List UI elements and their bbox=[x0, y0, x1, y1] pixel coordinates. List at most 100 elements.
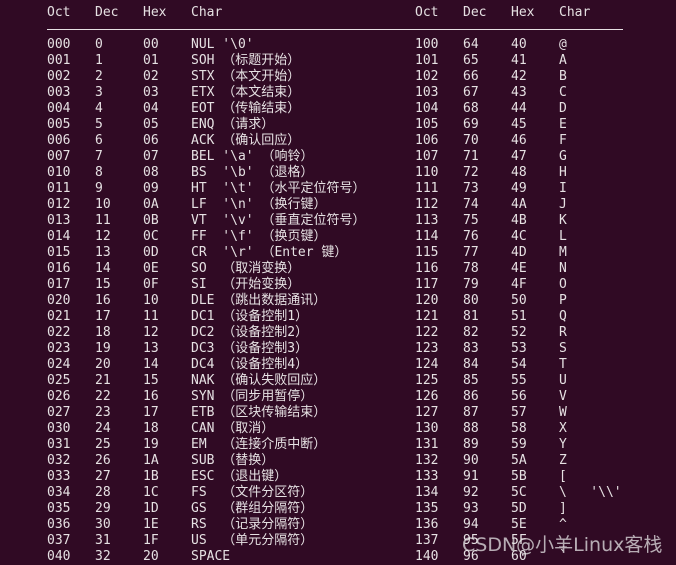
cell-dec: 14 bbox=[95, 261, 111, 276]
cell-char: Q bbox=[559, 309, 567, 324]
header-divider bbox=[47, 29, 623, 30]
cell-char: [ bbox=[559, 469, 567, 484]
cell-hex: 52 bbox=[511, 325, 527, 340]
cell-char: SO （取消变换） bbox=[191, 261, 301, 276]
cell-hex: 4C bbox=[511, 229, 527, 244]
cell-hex: 4E bbox=[511, 261, 527, 276]
cell-char: B bbox=[559, 69, 567, 84]
cell-hex: 4A bbox=[511, 197, 527, 212]
cell-oct: 131 bbox=[415, 437, 439, 452]
cell-hex: 16 bbox=[143, 389, 159, 404]
cell-char: EOT （传输结束） bbox=[191, 101, 301, 116]
cell-oct: 115 bbox=[415, 245, 439, 260]
cell-dec: 16 bbox=[95, 293, 111, 308]
cell-oct: 010 bbox=[47, 165, 71, 180]
cell-dec: 20 bbox=[95, 357, 111, 372]
cell-dec: 9 bbox=[95, 181, 103, 196]
cell-hex: 1E bbox=[143, 517, 159, 532]
cell-hex: 47 bbox=[511, 149, 527, 164]
cell-char: BEL '\a' （响铃） bbox=[191, 149, 314, 164]
cell-char: SI （开始变换） bbox=[191, 277, 301, 292]
cell-dec: 1 bbox=[95, 53, 103, 68]
cell-oct: 037 bbox=[47, 533, 71, 548]
cell-dec: 3 bbox=[95, 85, 103, 100]
cell-oct: 120 bbox=[415, 293, 439, 308]
cell-hex: 12 bbox=[143, 325, 159, 340]
cell-hex: 10 bbox=[143, 293, 159, 308]
cell-oct: 137 bbox=[415, 533, 439, 548]
cell-hex: 1D bbox=[143, 501, 159, 516]
cell-char: DC1 （设备控制1） bbox=[191, 309, 309, 324]
cell-hex: 1F bbox=[143, 533, 159, 548]
cell-hex: 03 bbox=[143, 85, 159, 100]
cell-char: DC4 （设备控制4） bbox=[191, 357, 309, 372]
cell-oct: 026 bbox=[47, 389, 71, 404]
cell-char: ETB （区块传输结束） bbox=[191, 405, 327, 420]
cell-char: L bbox=[559, 229, 567, 244]
watermark: CSDN@小羊Linux客栈 bbox=[462, 534, 663, 556]
cell-hex: 49 bbox=[511, 181, 527, 196]
cell-char: H bbox=[559, 165, 567, 180]
cell-hex: 11 bbox=[143, 309, 159, 324]
cell-hex: 05 bbox=[143, 117, 159, 132]
cell-oct: 024 bbox=[47, 357, 71, 372]
cell-oct: 123 bbox=[415, 341, 439, 356]
cell-char: @ bbox=[559, 37, 567, 52]
cell-oct: 003 bbox=[47, 85, 71, 100]
cell-hex: 4D bbox=[511, 245, 527, 260]
cell-oct: 000 bbox=[47, 37, 71, 52]
cell-char: M bbox=[559, 245, 567, 260]
column-header-char: Char bbox=[559, 5, 591, 20]
cell-dec: 78 bbox=[463, 261, 479, 276]
cell-char: I bbox=[559, 181, 567, 196]
cell-oct: 033 bbox=[47, 469, 71, 484]
cell-dec: 88 bbox=[463, 421, 479, 436]
cell-char: EM （连接介质中断） bbox=[191, 437, 327, 452]
cell-dec: 92 bbox=[463, 485, 479, 500]
cell-oct: 132 bbox=[415, 453, 439, 468]
cell-hex: 04 bbox=[143, 101, 159, 116]
cell-oct: 016 bbox=[47, 261, 71, 276]
cell-oct: 032 bbox=[47, 453, 71, 468]
cell-char: R bbox=[559, 325, 567, 340]
cell-hex: 54 bbox=[511, 357, 527, 372]
cell-hex: 55 bbox=[511, 373, 527, 388]
cell-oct: 112 bbox=[415, 197, 439, 212]
cell-oct: 011 bbox=[47, 181, 71, 196]
cell-dec: 64 bbox=[463, 37, 479, 52]
cell-dec: 26 bbox=[95, 453, 111, 468]
cell-hex: 0F bbox=[143, 277, 159, 292]
cell-oct: 107 bbox=[415, 149, 439, 164]
cell-oct: 117 bbox=[415, 277, 439, 292]
cell-oct: 105 bbox=[415, 117, 439, 132]
cell-dec: 19 bbox=[95, 341, 111, 356]
cell-dec: 76 bbox=[463, 229, 479, 244]
cell-hex: 48 bbox=[511, 165, 527, 180]
cell-char: S bbox=[559, 341, 567, 356]
cell-dec: 21 bbox=[95, 373, 111, 388]
cell-oct: 104 bbox=[415, 101, 439, 116]
cell-dec: 31 bbox=[95, 533, 111, 548]
cell-hex: 45 bbox=[511, 117, 527, 132]
column-header-hex: Hex bbox=[511, 5, 535, 20]
cell-char: HT '\t' （水平定位符号） bbox=[191, 181, 366, 196]
cell-char: Y bbox=[559, 437, 567, 452]
column-header-hex: Hex bbox=[143, 5, 167, 20]
cell-hex: 15 bbox=[143, 373, 159, 388]
cell-hex: 46 bbox=[511, 133, 527, 148]
cell-char: \ '\\' bbox=[559, 485, 622, 500]
cell-char: G bbox=[559, 149, 567, 164]
cell-char: RS （记录分隔符） bbox=[191, 517, 314, 532]
cell-hex: 08 bbox=[143, 165, 159, 180]
cell-oct: 005 bbox=[47, 117, 71, 132]
cell-hex: 14 bbox=[143, 357, 159, 372]
cell-oct: 007 bbox=[47, 149, 71, 164]
cell-dec: 30 bbox=[95, 517, 111, 532]
cell-oct: 106 bbox=[415, 133, 439, 148]
cell-oct: 121 bbox=[415, 309, 439, 324]
cell-dec: 79 bbox=[463, 277, 479, 292]
cell-dec: 86 bbox=[463, 389, 479, 404]
cell-dec: 81 bbox=[463, 309, 479, 324]
cell-dec: 68 bbox=[463, 101, 479, 116]
cell-dec: 17 bbox=[95, 309, 111, 324]
